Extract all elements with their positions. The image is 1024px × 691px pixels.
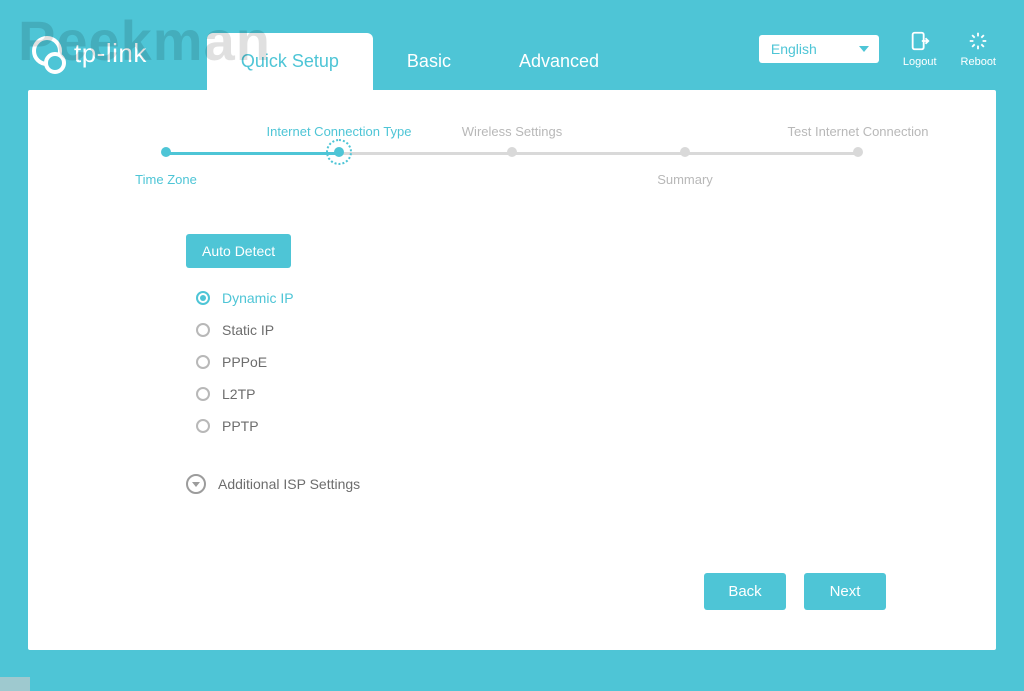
radio-label: Static IP (222, 322, 274, 338)
radio-label: L2TP (222, 386, 255, 402)
next-button[interactable]: Next (804, 573, 886, 610)
language-select-wrap: English (759, 35, 879, 63)
step-dot-summary[interactable] (680, 147, 690, 157)
radio-pptp[interactable]: PPTP (196, 418, 948, 434)
radio-label: PPPoE (222, 354, 267, 370)
auto-detect-button[interactable]: Auto Detect (186, 234, 291, 268)
step-label-test-internet-connection: Test Internet Connection (788, 124, 929, 139)
tab-quick-setup[interactable]: Quick Setup (207, 33, 373, 90)
connection-type-form: Auto Detect Dynamic IP Static IP PPPoE L… (186, 234, 948, 494)
wizard-nav-buttons: Back Next (704, 573, 886, 610)
radio-icon (196, 291, 210, 305)
tplink-logo-icon (28, 34, 66, 72)
step-label-time-zone: Time Zone (135, 172, 197, 187)
radio-label: PPTP (222, 418, 259, 434)
reboot-label: Reboot (961, 56, 996, 68)
main-tabs: Quick Setup Basic Advanced (207, 0, 633, 90)
main-panel: Internet Connection Type Wireless Settin… (28, 90, 996, 650)
logout-label: Logout (903, 56, 937, 68)
chevron-down-icon (186, 474, 206, 494)
radio-static-ip[interactable]: Static IP (196, 322, 948, 338)
tab-advanced[interactable]: Advanced (485, 33, 633, 90)
step-dot-wireless-settings[interactable] (507, 147, 517, 157)
radio-l2tp[interactable]: L2TP (196, 386, 948, 402)
additional-isp-settings-toggle[interactable]: Additional ISP Settings (186, 474, 948, 494)
logout-icon (909, 30, 931, 52)
top-right-controls: English Logout Reboot (759, 30, 996, 68)
top-bar: tp-link Quick Setup Basic Advanced Engli… (0, 0, 1024, 90)
logout-button[interactable]: Logout (903, 30, 937, 68)
connection-type-options: Dynamic IP Static IP PPPoE L2TP PPTP (196, 290, 948, 434)
brand-logo: tp-link (28, 34, 147, 72)
language-select[interactable]: English (759, 35, 879, 63)
brand-text: tp-link (74, 38, 147, 69)
radio-pppoe[interactable]: PPPoE (196, 354, 948, 370)
step-dot-time-zone[interactable] (161, 147, 171, 157)
step-label-internet-connection-type: Internet Connection Type (266, 124, 411, 139)
radio-icon (196, 355, 210, 369)
setup-stepper: Internet Connection Type Wireless Settin… (166, 124, 858, 204)
step-dot-test-internet[interactable] (853, 147, 863, 157)
additional-isp-label: Additional ISP Settings (218, 476, 360, 492)
radio-icon (196, 323, 210, 337)
reboot-button[interactable]: Reboot (961, 30, 996, 68)
footer-edge (0, 677, 30, 691)
back-button[interactable]: Back (704, 573, 786, 610)
reboot-icon (967, 30, 989, 52)
radio-dynamic-ip[interactable]: Dynamic IP (196, 290, 948, 306)
step-dot-internet-connection-type[interactable] (334, 147, 344, 157)
tab-basic[interactable]: Basic (373, 33, 485, 90)
step-line-active (166, 152, 339, 155)
radio-label: Dynamic IP (222, 290, 294, 306)
radio-icon (196, 419, 210, 433)
radio-icon (196, 387, 210, 401)
step-label-summary: Summary (657, 172, 713, 187)
step-label-wireless-settings: Wireless Settings (462, 124, 562, 139)
